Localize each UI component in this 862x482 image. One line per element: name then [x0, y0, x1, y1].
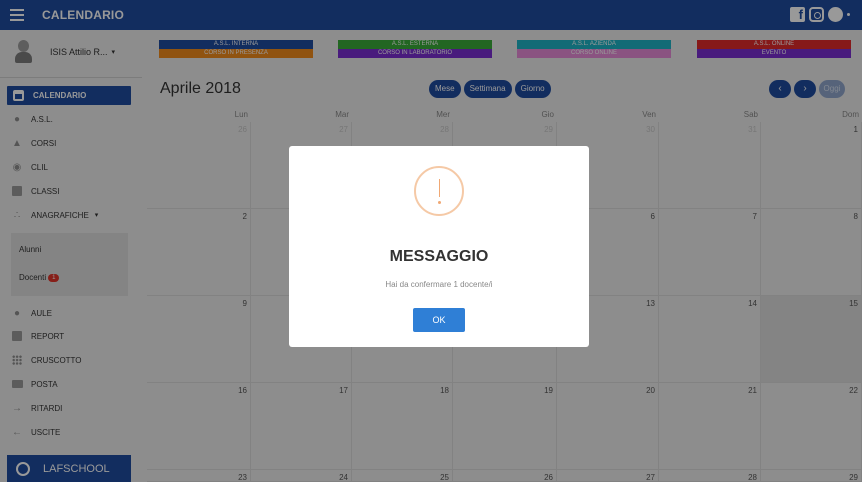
dialog-message: Hai da confermare 1 docente/i [385, 280, 493, 289]
dialog-title: MESSAGGIO [389, 248, 489, 265]
message-dialog: MESSAGGIO Hai da confermare 1 docente/i … [289, 146, 589, 347]
ok-button[interactable]: OK [413, 308, 465, 332]
warning-icon [414, 166, 464, 216]
